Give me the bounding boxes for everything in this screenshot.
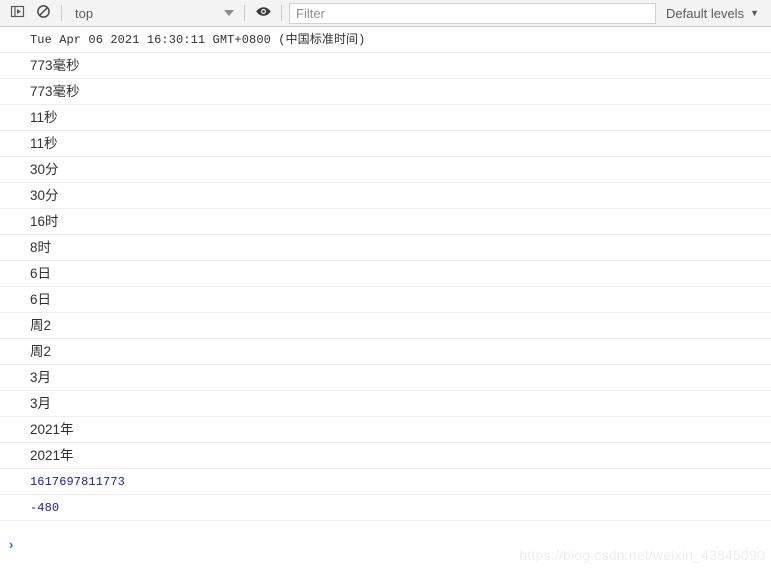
console-message-text: 6日 — [30, 291, 52, 307]
console-message-text: 30分 — [30, 187, 59, 203]
console-message-text: Tue Apr 06 2021 16:30:11 GMT+0800 (中国标准时… — [30, 32, 366, 47]
console-message-list[interactable]: Tue Apr 06 2021 16:30:11 GMT+0800 (中国标准时… — [0, 27, 771, 532]
console-message-row[interactable]: 773毫秒 — [0, 53, 771, 79]
clear-console-icon — [36, 4, 51, 22]
console-message-row[interactable]: 16时 — [0, 209, 771, 235]
console-message-row[interactable]: 周2 — [0, 339, 771, 365]
console-message-row[interactable]: 2021年 — [0, 443, 771, 469]
console-message-row[interactable]: 6日 — [0, 261, 771, 287]
filter-input[interactable] — [289, 2, 657, 24]
live-expression-button[interactable] — [250, 2, 276, 24]
console-message-text: 11秒 — [30, 135, 58, 151]
chevron-down-icon: ▼ — [750, 7, 759, 18]
console-message-text: 773毫秒 — [30, 83, 80, 99]
watermark-text: https://blog.csdn.net/weixin_43845090 — [519, 547, 765, 563]
toolbar-divider-1 — [61, 5, 62, 21]
console-message-row[interactable]: 30分 — [0, 183, 771, 209]
console-message-row[interactable]: 周2 — [0, 313, 771, 339]
execution-context-label: top — [75, 5, 94, 21]
console-message-text: 11秒 — [30, 109, 58, 125]
console-message-row[interactable]: 1617697811773 — [0, 469, 771, 495]
console-message-text: 2021年 — [30, 421, 74, 437]
console-message-row[interactable]: 11秒 — [0, 105, 771, 131]
log-levels-selector[interactable]: Default levels ▼ — [660, 3, 767, 24]
console-message-row[interactable]: 3月 — [0, 391, 771, 417]
eye-icon — [255, 4, 272, 22]
console-message-text: 6日 — [30, 265, 52, 281]
console-message-text: 1617697811773 — [30, 474, 125, 489]
console-message-text: 周2 — [30, 317, 52, 333]
console-message-row[interactable]: 6日 — [0, 287, 771, 313]
console-message-text: 周2 — [30, 343, 52, 359]
toolbar-divider-2 — [244, 5, 245, 21]
console-message-row[interactable]: 2021年 — [0, 417, 771, 443]
console-message-text: 773毫秒 — [30, 57, 80, 73]
log-levels-label: Default levels — [666, 5, 745, 21]
console-message-text: 30分 — [30, 161, 59, 177]
devtools-console-panel: top Default levels ▼ Tue Apr 06 2021 16:… — [0, 0, 771, 568]
console-message-row[interactable]: 30分 — [0, 157, 771, 183]
toolbar-divider-3 — [281, 5, 282, 21]
console-message-row[interactable]: 773毫秒 — [0, 79, 771, 105]
console-message-row[interactable]: Tue Apr 06 2021 16:30:11 GMT+0800 (中国标准时… — [0, 27, 771, 53]
execution-context-selector[interactable]: top — [67, 3, 239, 24]
console-message-text: 8时 — [30, 239, 52, 255]
console-message-text: 16时 — [30, 213, 59, 229]
console-message-text: 2021年 — [30, 447, 74, 463]
console-message-row[interactable]: 11秒 — [0, 131, 771, 157]
console-message-text: 3月 — [30, 395, 52, 411]
console-message-text: 3月 — [30, 369, 52, 385]
console-message-row[interactable]: -480 — [0, 495, 771, 521]
console-message-text: -480 — [30, 500, 60, 515]
console-sidebar-icon — [10, 4, 25, 22]
console-empty-area: https://blog.csdn.net/weixin_43845090 — [0, 547, 771, 568]
console-sidebar-toggle-button[interactable] — [4, 2, 30, 24]
clear-console-button[interactable] — [30, 2, 56, 24]
prompt-chevron-icon: › — [9, 536, 14, 552]
console-message-row[interactable]: 8时 — [0, 235, 771, 261]
console-message-row[interactable]: 3月 — [0, 365, 771, 391]
console-toolbar: top Default levels ▼ — [0, 0, 771, 27]
chevron-down-icon — [224, 10, 234, 16]
